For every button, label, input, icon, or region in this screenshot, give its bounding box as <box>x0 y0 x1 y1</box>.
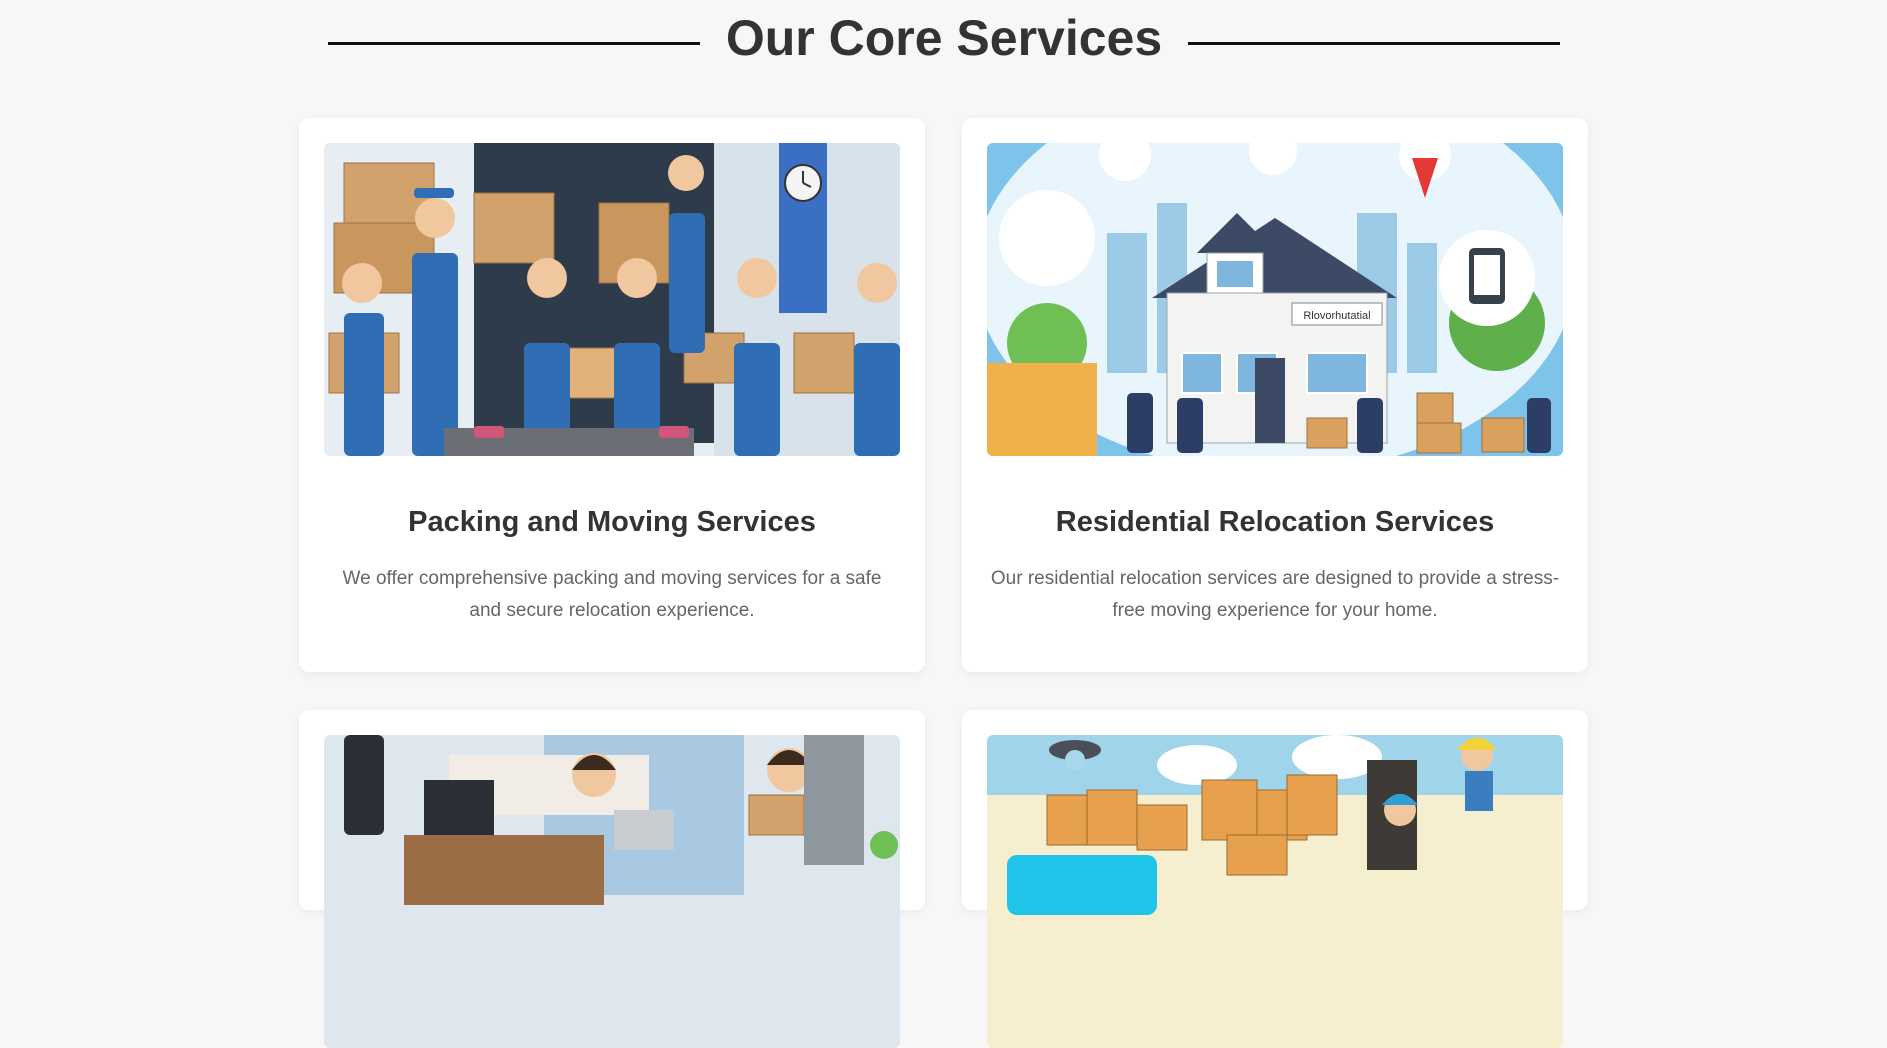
heading-divider-right <box>1188 42 1560 45</box>
section-title: Our Core Services <box>725 10 1163 66</box>
house-illustration: Rlovorhutatial <box>987 143 1563 456</box>
service-image-loading-unloading <box>987 735 1563 1048</box>
office-movers-illustration <box>324 735 900 1048</box>
service-card-residential-relocation[interactable]: Rlovorhutatial Residential Relocation Se… <box>962 118 1588 672</box>
loading-illustration <box>987 735 1563 1048</box>
movers-illustration <box>324 143 900 456</box>
service-description: Our residential relocation services are … <box>990 568 1560 621</box>
service-description: We offer comprehensive packing and movin… <box>342 568 882 621</box>
heading-divider-left <box>328 42 700 45</box>
service-image-residential-relocation: Rlovorhutatial <box>987 143 1563 456</box>
service-title: Packing and Moving Services <box>408 506 816 538</box>
service-card-loading-unloading[interactable] <box>962 710 1588 1048</box>
service-card-packing-moving[interactable]: Packing and Moving Services We offer com… <box>299 118 925 672</box>
service-image-office-relocation <box>324 735 900 1048</box>
service-title: Residential Relocation Services <box>1055 506 1495 538</box>
service-image-packing-moving <box>324 143 900 456</box>
house-sign-text: Rlovorhutatial <box>1303 310 1370 322</box>
section-heading: Our Core Services <box>0 0 1887 80</box>
service-card-office-relocation[interactable] <box>299 710 925 1048</box>
